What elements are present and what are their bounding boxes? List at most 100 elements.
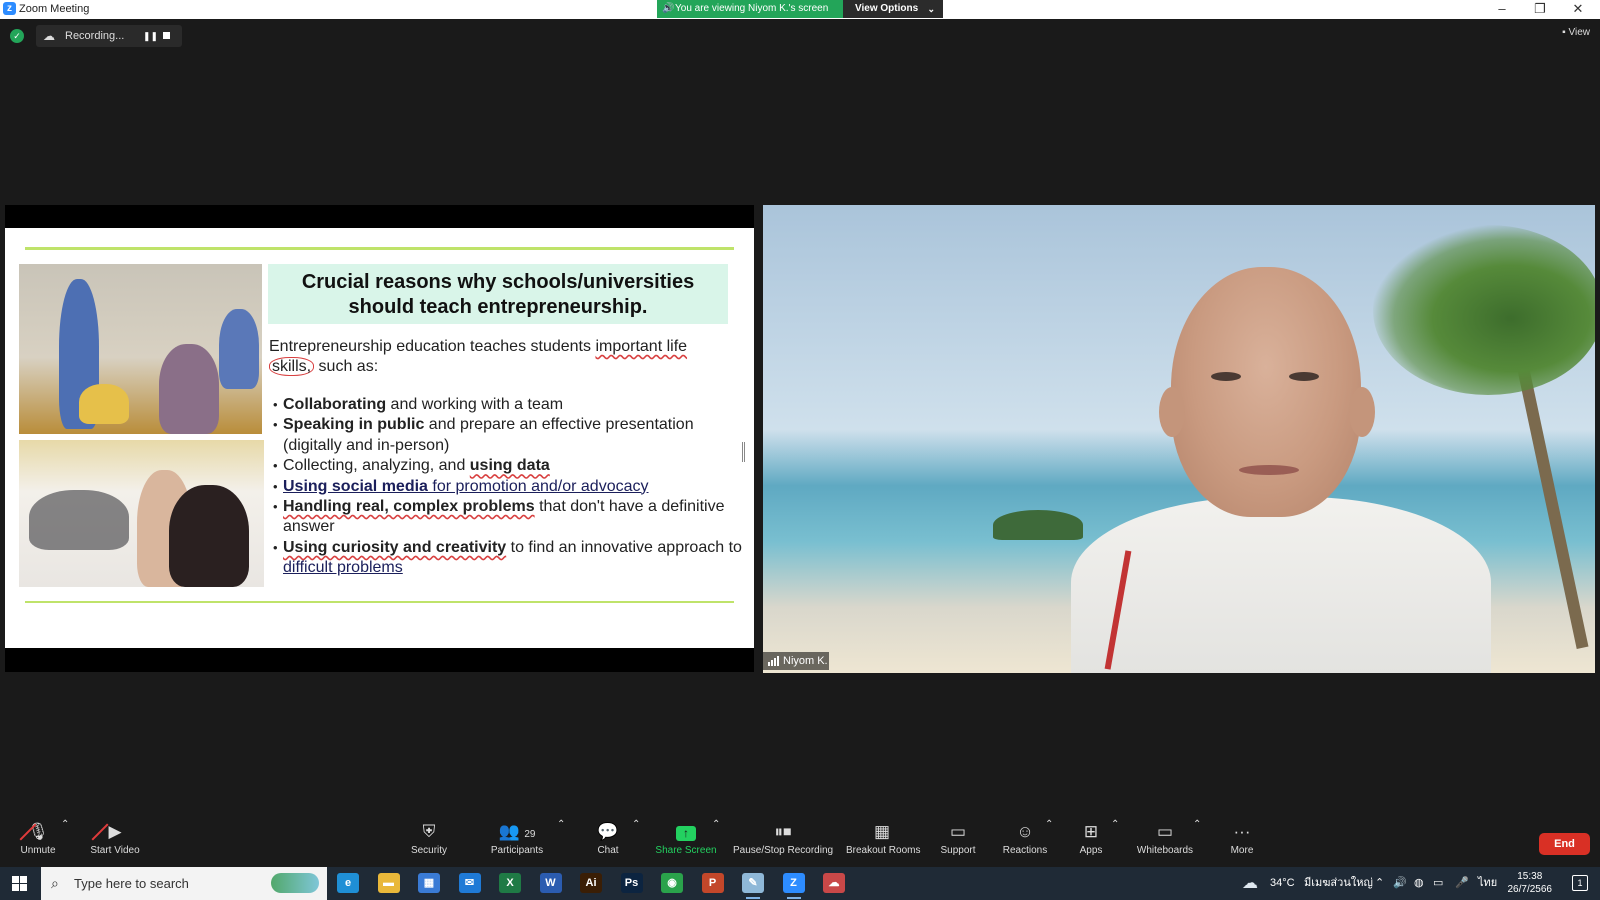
- slide-photo-classroom: [19, 264, 262, 434]
- smiley-icon: ☺: [1016, 822, 1034, 841]
- apps-button[interactable]: ⊞ Apps: [1076, 819, 1106, 867]
- view-label: View: [1568, 27, 1591, 38]
- photoshop-icon[interactable]: Ps: [620, 873, 643, 893]
- share-screen-button[interactable]: ↑ Share Screen: [655, 819, 717, 867]
- apps-options-caret[interactable]: ⌃: [1111, 819, 1119, 867]
- slide-bullet-list: Collaborating and working with a team Sp…: [273, 395, 743, 579]
- windows-start-icon[interactable]: [12, 876, 27, 891]
- excel-icon[interactable]: X: [499, 873, 521, 893]
- network-icon[interactable]: ▭: [1433, 867, 1443, 900]
- participants-icon: 👥 29: [498, 822, 536, 841]
- tray-chevron-up-icon[interactable]: ⌃: [1375, 867, 1384, 900]
- encryption-shield-icon[interactable]: ✓: [10, 29, 24, 43]
- clock-date: 26/7/2566: [1507, 884, 1553, 895]
- slide-title: Crucial reasons why schools/universities…: [268, 264, 728, 324]
- share-options-caret[interactable]: ⌃: [712, 819, 720, 867]
- participants-button[interactable]: 👥 29 Participants: [488, 819, 546, 867]
- taskbar-search-box[interactable]: ⌕ Type here to search: [41, 867, 327, 900]
- cloud-recording-icon: ☁: [43, 29, 55, 43]
- view-button[interactable]: ▪ View: [1562, 27, 1590, 38]
- camera-icon[interactable]: ◍: [1414, 867, 1424, 900]
- participants-options-caret[interactable]: ⌃: [557, 819, 565, 867]
- viewing-screen-banner: 🔊 You are viewing Niyom K.'s screen: [657, 0, 843, 18]
- audio-options-caret[interactable]: ⌃: [61, 819, 69, 867]
- security-button[interactable]: ⛨ Security: [408, 819, 450, 867]
- support-button[interactable]: ▭ Support: [938, 819, 978, 867]
- whiteboards-options-caret[interactable]: ⌃: [1193, 819, 1201, 867]
- share-screen-icon: ↑: [676, 826, 696, 841]
- chevron-down-icon: ⌄: [927, 4, 935, 14]
- view-options-button[interactable]: View Options ⌄: [843, 0, 943, 18]
- background-island: [993, 510, 1083, 540]
- background-palm-leaves: [1373, 225, 1595, 395]
- participants-count: 29: [524, 829, 536, 840]
- reactions-button[interactable]: ☺ Reactions: [1002, 819, 1048, 867]
- microphone-muted-icon: 🎙: [14, 819, 62, 845]
- signal-strength-icon: [768, 656, 780, 666]
- weather-cloud-icon[interactable]: ☁: [1242, 867, 1258, 900]
- search-highlight-icon[interactable]: [271, 873, 319, 893]
- start-video-button[interactable]: ▶ Start Video: [86, 819, 144, 867]
- microsoft-store-icon[interactable]: ▦: [418, 873, 440, 893]
- recording-label: Recording...: [65, 30, 125, 42]
- participant-head: [1171, 267, 1361, 517]
- notification-center-icon[interactable]: 1: [1572, 875, 1588, 891]
- list-item: Collaborating and working with a team: [273, 395, 743, 416]
- intro-skills-circled: skills,: [269, 357, 315, 376]
- chrome-icon[interactable]: ◉: [661, 873, 683, 893]
- more-button[interactable]: ··· More: [1228, 819, 1256, 867]
- zoom-recording-icon[interactable]: ☁: [823, 873, 845, 893]
- system-clock[interactable]: 15:38 26/7/2566: [1508, 870, 1553, 896]
- weather-temperature[interactable]: 34°C: [1270, 867, 1295, 900]
- more-dots-icon: ···: [1233, 822, 1251, 841]
- input-language[interactable]: ไทย: [1478, 867, 1497, 900]
- view-options-label: View Options: [855, 3, 919, 14]
- chat-options-caret[interactable]: ⌃: [632, 819, 640, 867]
- zoom-icon[interactable]: Z: [782, 873, 805, 899]
- reactions-options-caret[interactable]: ⌃: [1045, 819, 1053, 867]
- zoom-logo-icon: z: [3, 2, 16, 15]
- restore-button[interactable]: ❐: [1525, 1, 1555, 17]
- meeting-toolbar: 🎙 Unmute ⌃ ▶ Start Video ⛨ Security 👥 29…: [0, 819, 1600, 867]
- slide-top-divider: [25, 247, 734, 250]
- pause-stop-icon: ⏸⏹: [774, 822, 792, 841]
- presentation-slide: Crucial reasons why schools/universities…: [5, 228, 754, 648]
- pause-stop-recording-button[interactable]: ⏸⏹ Pause/Stop Recording: [733, 819, 833, 867]
- whiteboard-icon: ▭: [1156, 822, 1174, 841]
- microphone-icon[interactable]: 🎤: [1455, 867, 1469, 900]
- word-icon[interactable]: W: [539, 873, 562, 893]
- slide-photo-selfie: [19, 440, 264, 587]
- minimize-button[interactable]: –: [1487, 1, 1517, 16]
- file-explorer-icon[interactable]: ▬: [377, 873, 400, 893]
- mail-icon[interactable]: ✉: [458, 873, 481, 893]
- stop-recording-icon[interactable]: [163, 32, 170, 39]
- window-titlebar: z Zoom Meeting 🔊 You are viewing Niyom K…: [0, 0, 1600, 19]
- clock-time: 15:38: [1517, 871, 1543, 882]
- split-resize-handle[interactable]: [742, 442, 745, 462]
- view-icon: ▪: [1562, 27, 1566, 38]
- chat-button[interactable]: 💬 Chat: [592, 819, 624, 867]
- speaker-icon: 🔊: [662, 3, 675, 14]
- powerpoint-icon[interactable]: P: [701, 873, 724, 893]
- participant-name: Niyom K.: [783, 655, 828, 667]
- intro-highlight: important life: [595, 338, 688, 355]
- search-icon: ⌕: [51, 875, 59, 891]
- end-meeting-button[interactable]: End: [1539, 833, 1590, 855]
- list-item: Collecting, analyzing, and using data: [273, 456, 743, 477]
- weather-condition[interactable]: มีเมฆส่วนใหญ่: [1304, 867, 1373, 900]
- search-placeholder: Type here to search: [74, 876, 189, 891]
- close-button[interactable]: ✕: [1563, 1, 1593, 17]
- chat-bubble-icon: 💬: [597, 822, 619, 841]
- volume-icon[interactable]: 🔊: [1393, 867, 1407, 900]
- participant-video[interactable]: Niyom K.: [763, 205, 1595, 673]
- illustrator-icon[interactable]: Ai: [580, 873, 602, 893]
- shared-screen-panel[interactable]: Crucial reasons why schools/universities…: [5, 205, 754, 672]
- edge-icon[interactable]: e: [337, 873, 359, 893]
- breakout-rooms-button[interactable]: ▦ Breakout Rooms: [846, 819, 920, 867]
- list-item: Handling real, complex problems that don…: [273, 497, 743, 538]
- pause-recording-icon[interactable]: ❚❚: [143, 25, 158, 47]
- unmute-button[interactable]: 🎙 Unmute: [14, 819, 62, 867]
- whiteboards-button[interactable]: ▭ Whiteboards: [1134, 819, 1196, 867]
- notes-icon[interactable]: ✎: [742, 873, 764, 899]
- slide-bottom-divider: [25, 601, 734, 603]
